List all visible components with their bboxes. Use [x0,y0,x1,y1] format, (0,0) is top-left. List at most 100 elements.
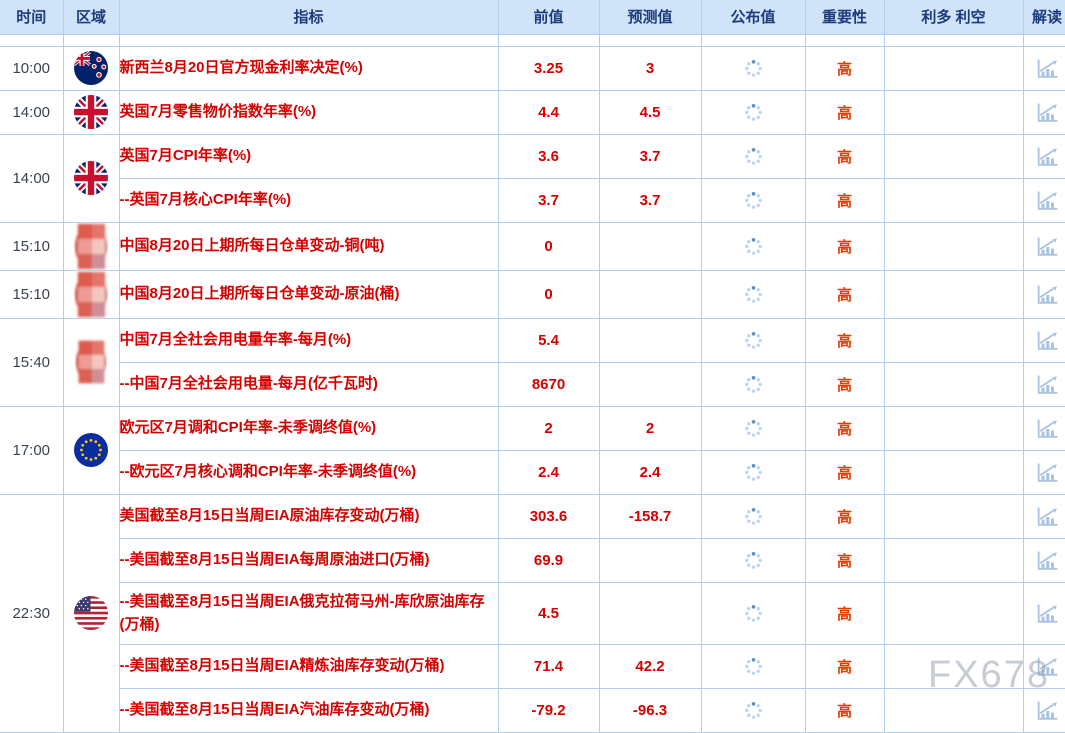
indicator-cell: 美国截至8月15日当周EIA原油库存变动(万桶) [119,494,498,538]
column-header-importance: 重要性 [805,0,884,34]
loading-spinner-icon [744,463,763,482]
indicator-cell: --中国7月全社会用电量-每月(亿千瓦时) [119,362,498,406]
importance-cell: 高 [805,406,884,450]
indicator-cell: 中国8月20日上期所每日仓单变动-铜(吨) [119,222,498,270]
partial-cell [119,34,498,46]
importance-cell: 高 [805,90,884,134]
column-header-time: 时间 [0,0,63,34]
forecast-value-cell [599,318,701,362]
previous-value-cell: 4.4 [498,90,599,134]
chart-icon [1035,373,1060,396]
previous-value-cell: 3.7 [498,178,599,222]
published-value-cell [701,450,805,494]
interpretation-cell[interactable] [1023,318,1065,362]
bullish-bearish-cell [884,90,1023,134]
interpretation-cell[interactable] [1023,222,1065,270]
interpretation-cell[interactable] [1023,688,1065,732]
economic-calendar-screen: 时间 区域 指标 前值 预测值 公布值 重要性 利多 利空 解读 10:00 新… [0,0,1065,733]
interpretation-cell[interactable] [1023,134,1065,178]
indicator-cell: --美国截至8月15日当周EIA每周原油进口(万桶) [119,538,498,582]
table-row: 17:00 欧元区7月调和CPI年率-未季调终值(%) 2 2 高 [0,406,1065,450]
table-row: 15:40 中国7月全社会用电量年率-每月(%) 5.4 高 [0,318,1065,362]
chart-icon [1035,417,1060,440]
previous-value-cell: 3.25 [498,46,599,90]
interpretation-cell[interactable] [1023,538,1065,582]
interpretation-cell[interactable] [1023,406,1065,450]
chart-icon [1035,602,1060,625]
indicator-cell: 英国7月CPI年率(%) [119,134,498,178]
bullish-bearish-cell [884,222,1023,270]
region-cell [63,90,119,134]
table-row: 15:10 中国8月20日上期所每日仓单变动-原油(桶) 0 高 [0,270,1065,318]
indicator-cell: --美国截至8月15日当周EIA俄克拉荷马州-库欣原油库存(万桶) [119,582,498,644]
partial-cell [63,34,119,46]
published-value-cell [701,222,805,270]
loading-spinner-icon [744,701,763,720]
interpretation-cell[interactable] [1023,46,1065,90]
interpretation-cell[interactable] [1023,270,1065,318]
chart-icon [1035,505,1060,528]
importance-cell: 高 [805,46,884,90]
column-header-published: 公布值 [701,0,805,34]
interpretation-cell[interactable] [1023,178,1065,222]
forecast-value-cell: 4.5 [599,90,701,134]
time-cell: 17:00 [0,406,63,494]
previous-value-cell: 71.4 [498,644,599,688]
indicator-cell: 新西兰8月20日官方现金利率决定(%) [119,46,498,90]
partial-cell [0,34,63,46]
table-row: --美国截至8月15日当周EIA每周原油进口(万桶) 69.9 高 [0,538,1065,582]
partial-cell [884,34,1023,46]
table-row: --美国截至8月15日当周EIA精炼油库存变动(万桶) 71.4 42.2 高 [0,644,1065,688]
time-cell: 10:00 [0,46,63,90]
importance-cell: 高 [805,450,884,494]
published-value-cell [701,178,805,222]
importance-cell: 高 [805,318,884,362]
table-row: --美国截至8月15日当周EIA汽油库存变动(万桶) -79.2 -96.3 高 [0,688,1065,732]
loading-spinner-icon [744,285,763,304]
interpretation-cell[interactable] [1023,362,1065,406]
time-cell: 22:30 [0,494,63,732]
indicator-cell: 欧元区7月调和CPI年率-未季调终值(%) [119,406,498,450]
bullish-bearish-cell [884,406,1023,450]
flag-european-union-icon [74,433,108,467]
interpretation-cell[interactable] [1023,582,1065,644]
column-header-indicator: 指标 [119,0,498,34]
column-header-region: 区域 [63,0,119,34]
table-row: --英国7月核心CPI年率(%) 3.7 3.7 高 [0,178,1065,222]
published-value-cell [701,644,805,688]
partial-cell [701,34,805,46]
published-value-cell [701,688,805,732]
chart-icon [1035,145,1060,168]
chart-icon [1035,235,1060,258]
interpretation-cell[interactable] [1023,644,1065,688]
previous-value-cell: 303.6 [498,494,599,538]
interpretation-cell[interactable] [1023,450,1065,494]
chart-icon [1035,189,1060,212]
forecast-value-cell [599,538,701,582]
previous-value-cell: 3.6 [498,134,599,178]
flag-china-blurred-icon [74,223,108,270]
previous-value-cell: 5.4 [498,318,599,362]
published-value-cell [701,90,805,134]
region-cell [63,222,119,270]
loading-spinner-icon [744,375,763,394]
flag-united-kingdom-icon [74,161,108,195]
interpretation-cell[interactable] [1023,90,1065,134]
chart-icon [1035,655,1060,678]
bullish-bearish-cell [884,46,1023,90]
importance-cell: 高 [805,688,884,732]
previous-value-cell: -79.2 [498,688,599,732]
table-row: --美国截至8月15日当周EIA俄克拉荷马州-库欣原油库存(万桶) 4.5 高 [0,582,1065,644]
published-value-cell [701,362,805,406]
importance-cell: 高 [805,582,884,644]
flag-united-states-icon [74,596,108,630]
chart-icon [1035,101,1060,124]
bullish-bearish-cell [884,318,1023,362]
importance-cell: 高 [805,538,884,582]
indicator-cell: --英国7月核心CPI年率(%) [119,178,498,222]
forecast-value-cell [599,362,701,406]
interpretation-cell[interactable] [1023,494,1065,538]
chart-icon [1035,329,1060,352]
flag-united-kingdom-icon [74,95,108,129]
chart-icon [1035,549,1060,572]
